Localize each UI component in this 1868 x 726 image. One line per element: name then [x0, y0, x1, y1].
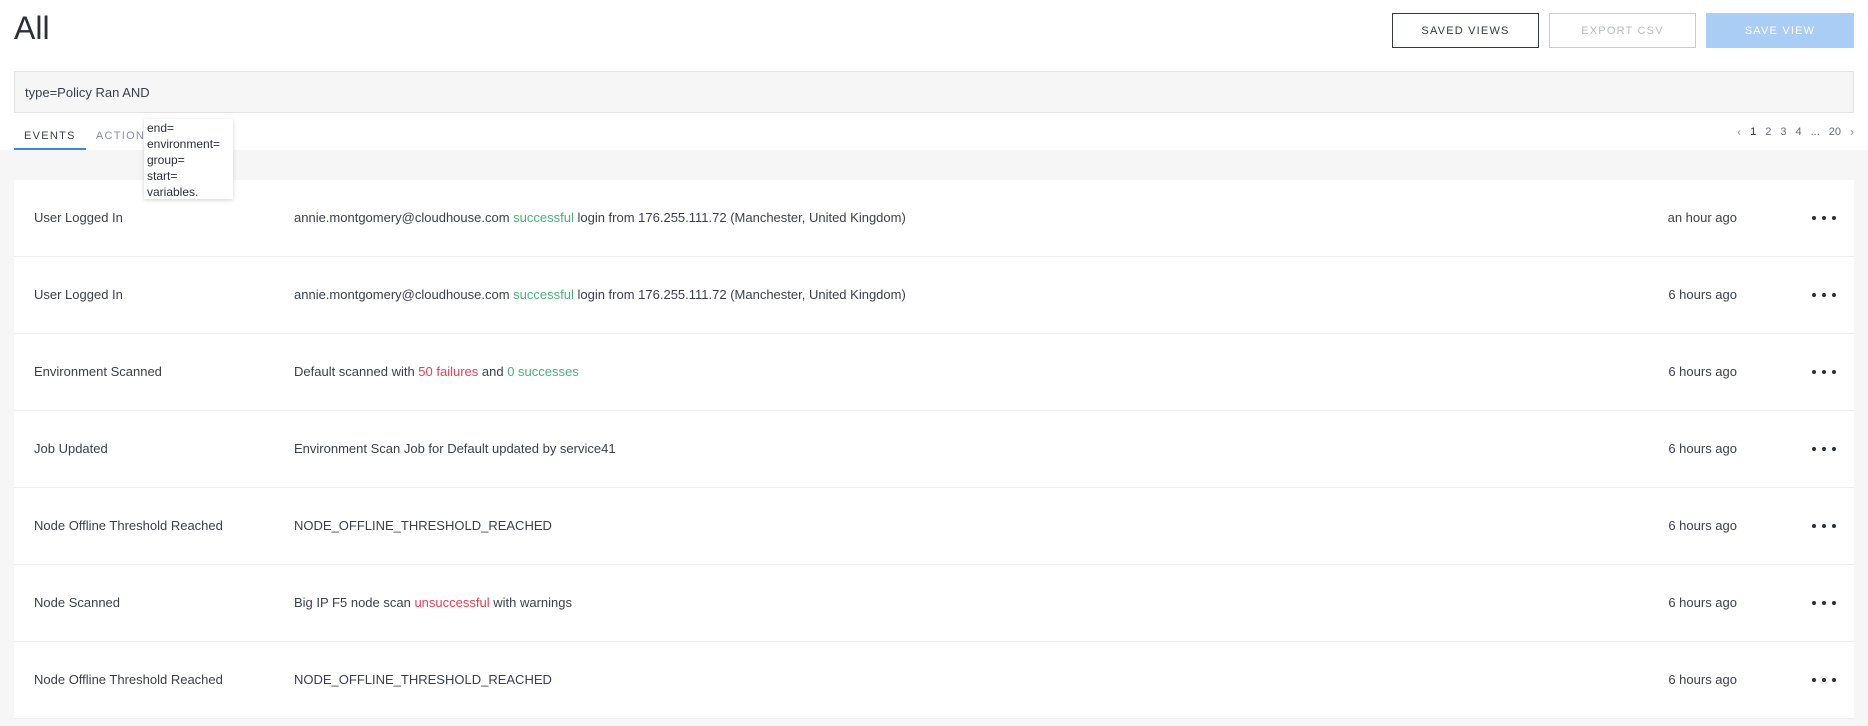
tab-events[interactable]: EVENTS [14, 126, 86, 150]
suggestion-item[interactable]: environment= [147, 136, 230, 152]
saved-views-button[interactable]: SAVED VIEWS [1392, 13, 1539, 48]
event-time: 6 hours ago [1668, 595, 1737, 610]
pagination: ‹ 1 2 3 4 ... 20 › [1737, 124, 1854, 140]
page-link[interactable]: 3 [1780, 126, 1786, 138]
event-time: an hour ago [1667, 210, 1737, 225]
event-type: Environment Scanned [34, 364, 162, 379]
page-header: All SAVED VIEWS EXPORT CSV SAVE VIEW [0, 0, 1868, 70]
query-text: type=Policy Ran AND [25, 84, 150, 100]
suggestion-item[interactable]: end= [147, 120, 230, 136]
chevron-right-icon[interactable]: › [1850, 125, 1854, 139]
event-time: 6 hours ago [1668, 364, 1737, 379]
event-description: annie.montgomery@cloudhouse.com successf… [294, 287, 906, 302]
chevron-left-icon[interactable]: ‹ [1737, 125, 1741, 139]
page-link[interactable]: 2 [1765, 126, 1771, 138]
page-link[interactable]: 20 [1829, 126, 1841, 138]
more-options-icon[interactable] [1812, 210, 1836, 226]
page-link[interactable]: 1 [1750, 126, 1756, 138]
page-title: All [14, 10, 50, 46]
event-description: Big IP F5 node scan unsuccessful with wa… [294, 595, 572, 610]
page-link[interactable]: 4 [1795, 126, 1801, 138]
tab-bar: EVENTS ACTIONS [14, 126, 164, 150]
event-row[interactable]: Node Scanned Big IP F5 node scan unsucce… [14, 565, 1854, 642]
event-time: 6 hours ago [1668, 518, 1737, 533]
suggestion-item[interactable]: group= [147, 152, 230, 168]
event-description: NODE_OFFLINE_THRESHOLD_REACHED [294, 672, 552, 687]
save-view-button[interactable]: SAVE VIEW [1706, 13, 1854, 48]
event-type: User Logged In [34, 287, 123, 302]
more-options-icon[interactable] [1812, 595, 1836, 611]
suggestion-item[interactable]: start= [147, 168, 230, 184]
event-description: NODE_OFFLINE_THRESHOLD_REACHED [294, 518, 552, 533]
event-description: annie.montgomery@cloudhouse.com successf… [294, 210, 906, 225]
more-options-icon[interactable] [1812, 441, 1836, 457]
event-row[interactable]: User Logged In annie.montgomery@cloudhou… [14, 257, 1854, 334]
event-type: User Logged In [34, 210, 123, 225]
more-options-icon[interactable] [1812, 287, 1836, 303]
more-options-icon[interactable] [1812, 518, 1836, 534]
query-input[interactable]: type=Policy Ran AND [14, 71, 1854, 113]
events-list: User Logged In annie.montgomery@cloudhou… [14, 180, 1854, 719]
event-row[interactable]: User Logged In annie.montgomery@cloudhou… [14, 180, 1854, 257]
event-type: Node Offline Threshold Reached [34, 518, 223, 533]
suggestion-item[interactable]: variables. [147, 184, 230, 200]
autocomplete-suggestions: end= environment= group= start= variable… [144, 119, 233, 199]
event-row[interactable]: Job Updated Environment Scan Job for Def… [14, 411, 1854, 488]
event-description: Environment Scan Job for Default updated… [294, 441, 616, 456]
event-row[interactable]: Node Offline Threshold Reached NODE_OFFL… [14, 488, 1854, 565]
event-type: Node Offline Threshold Reached [34, 672, 223, 687]
event-time: 6 hours ago [1668, 287, 1737, 302]
more-options-icon[interactable] [1812, 364, 1836, 380]
export-csv-button[interactable]: EXPORT CSV [1549, 13, 1696, 48]
event-type: Node Scanned [34, 595, 121, 610]
event-time: 6 hours ago [1668, 441, 1737, 456]
event-row[interactable]: Node Offline Threshold Reached NODE_OFFL… [14, 642, 1854, 719]
event-time: 6 hours ago [1668, 672, 1737, 687]
event-row[interactable]: Environment Scanned Default scanned with… [14, 334, 1854, 411]
more-options-icon[interactable] [1812, 672, 1836, 688]
page-ellipsis: ... [1810, 126, 1820, 138]
event-type: Job Updated [34, 441, 108, 456]
events-content: User Logged In annie.montgomery@cloudhou… [0, 150, 1868, 726]
event-description: Default scanned with 50 failures and 0 s… [294, 364, 579, 379]
